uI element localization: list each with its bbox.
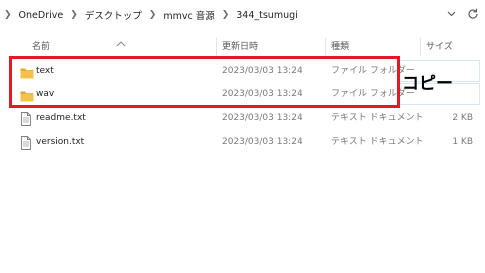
file-modified: 2023/03/03 13:24 (222, 137, 303, 147)
column-divider[interactable] (325, 38, 326, 56)
column-divider[interactable] (216, 38, 217, 56)
file-name: version.txt (36, 137, 85, 147)
list-item[interactable]: version.txt 2023/03/03 13:24 テキスト ドキュメント… (6, 131, 479, 154)
file-size: 1 KB (452, 137, 473, 147)
breadcrumb-item-current[interactable]: 344_tsumugi (236, 10, 298, 21)
annotation-highlight-box (9, 56, 400, 108)
text-file-icon (20, 135, 34, 150)
file-size: 2 KB (452, 113, 473, 123)
breadcrumb: ❯ OneDrive ❯ デスクトップ ❯ mmvc 音源 ❯ 344_tsum… (4, 6, 298, 24)
chevron-right-icon[interactable]: ❯ (149, 10, 157, 20)
list-item[interactable]: readme.txt 2023/03/03 13:24 テキスト ドキュメント … (6, 107, 479, 130)
refresh-icon[interactable] (466, 7, 480, 21)
address-bar[interactable]: ❯ OneDrive ❯ デスクトップ ❯ mmvc 音源 ❯ 344_tsum… (0, 0, 485, 28)
file-type: テキスト ドキュメント (331, 137, 424, 147)
chevron-right-icon[interactable]: ❯ (70, 10, 78, 20)
column-header-size[interactable]: サイズ (426, 40, 453, 58)
annotation-label: コピー (402, 74, 453, 94)
chevron-right-icon[interactable]: ❯ (4, 10, 12, 20)
column-divider[interactable] (420, 38, 421, 56)
chevron-down-icon[interactable] (445, 7, 457, 21)
file-modified: 2023/03/03 13:24 (222, 113, 303, 123)
text-file-icon (20, 111, 34, 126)
file-name: readme.txt (36, 113, 86, 123)
chevron-right-icon[interactable]: ❯ (222, 10, 230, 20)
file-type: テキスト ドキュメント (331, 113, 424, 123)
file-explorer-window: ❯ OneDrive ❯ デスクトップ ❯ mmvc 音源 ❯ 344_tsum… (0, 0, 485, 273)
breadcrumb-item-onedrive[interactable]: OneDrive (19, 10, 64, 21)
breadcrumb-item-desktop[interactable]: デスクトップ (85, 8, 142, 22)
sort-up-icon (116, 32, 126, 47)
breadcrumb-item-mmvc[interactable]: mmvc 音源 (163, 8, 214, 22)
